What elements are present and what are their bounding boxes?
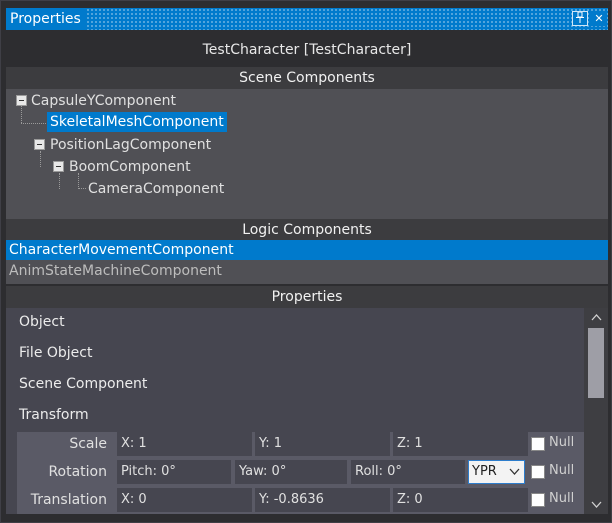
- properties-header: Properties: [6, 286, 608, 308]
- scale-y-field[interactable]: Y: 1: [255, 432, 390, 456]
- close-icon[interactable]: ✕: [591, 11, 607, 26]
- tree-connector: [21, 123, 46, 124]
- transform-grid: Scale X: 1 Y: 1 Z: 1 Null Rotation Pitch…: [17, 432, 584, 514]
- tree-node-capsule[interactable]: CapsuleYComponent: [31, 91, 176, 111]
- window-title: Properties: [6, 8, 86, 30]
- rotation-mode-value: YPR: [472, 464, 497, 479]
- properties-scrollbar[interactable]: [584, 308, 608, 514]
- scale-null-checkbox[interactable]: [531, 437, 545, 451]
- logic-item-anim-state-machine[interactable]: AnimStateMachineComponent: [6, 261, 608, 281]
- rotation-yaw-field[interactable]: Yaw: 0°: [235, 460, 347, 484]
- scale-z-field[interactable]: Z: 1: [393, 432, 528, 456]
- scale-null-label: Null: [549, 435, 575, 450]
- tree-node-skeletal-mesh[interactable]: SkeletalMeshComponent: [47, 112, 227, 132]
- translation-null-label: Null: [549, 491, 575, 506]
- category-transform[interactable]: Transform: [19, 404, 89, 426]
- properties-window: Properties ✕ TestCharacter [TestCharacte…: [0, 0, 612, 523]
- scale-x-field[interactable]: X: 1: [117, 432, 252, 456]
- title-bar[interactable]: Properties ✕: [6, 8, 608, 30]
- pin-icon[interactable]: [572, 11, 588, 26]
- tree-connector: [59, 173, 60, 189]
- scroll-up-icon[interactable]: [584, 308, 608, 326]
- translation-y-field[interactable]: Y: -0.8636: [255, 488, 390, 512]
- category-scene-component[interactable]: Scene Component: [19, 373, 147, 395]
- translation-x-field[interactable]: X: 0: [117, 488, 252, 512]
- rotation-mode-select[interactable]: YPR: [468, 460, 525, 484]
- rotation-null-checkbox[interactable]: [531, 465, 545, 479]
- tree-node-camera[interactable]: CameraComponent: [88, 179, 224, 199]
- rotation-roll-field[interactable]: Roll: 0°: [351, 460, 465, 484]
- chevron-down-icon: [509, 463, 520, 489]
- scene-components-tree: CapsuleYComponent SkeletalMeshComponent …: [6, 89, 608, 219]
- translation-null-checkbox[interactable]: [531, 493, 545, 507]
- scene-components-header: Scene Components: [6, 67, 608, 89]
- logic-item-character-movement[interactable]: CharacterMovementComponent: [6, 240, 608, 260]
- rotation-pitch-field[interactable]: Pitch: 0°: [117, 460, 231, 484]
- logic-components-list: CharacterMovementComponent AnimStateMach…: [6, 240, 608, 284]
- scale-label: Scale: [69, 436, 107, 452]
- object-title: TestCharacter [TestCharacter]: [6, 37, 608, 63]
- translation-z-field[interactable]: Z: 0: [393, 488, 528, 512]
- collapse-icon[interactable]: [34, 139, 45, 150]
- logic-components-header: Logic Components: [6, 219, 608, 241]
- scrollbar-thumb[interactable]: [588, 328, 604, 398]
- tree-node-boom[interactable]: BoomComponent: [69, 157, 191, 177]
- scroll-down-icon[interactable]: [584, 496, 608, 514]
- tree-node-position-lag[interactable]: PositionLagComponent: [50, 135, 211, 155]
- category-object[interactable]: Object: [19, 311, 65, 333]
- properties-panel: Object File Object Scene Component Trans…: [6, 308, 584, 514]
- rotation-null-label: Null: [549, 463, 575, 478]
- tree-connector: [21, 105, 22, 123]
- tree-connector: [40, 151, 41, 167]
- collapse-icon[interactable]: [16, 95, 27, 106]
- translation-label: Translation: [30, 492, 107, 508]
- collapse-icon[interactable]: [53, 161, 64, 172]
- category-file-object[interactable]: File Object: [19, 342, 92, 364]
- tree-connector: [78, 188, 86, 189]
- rotation-label: Rotation: [48, 464, 107, 480]
